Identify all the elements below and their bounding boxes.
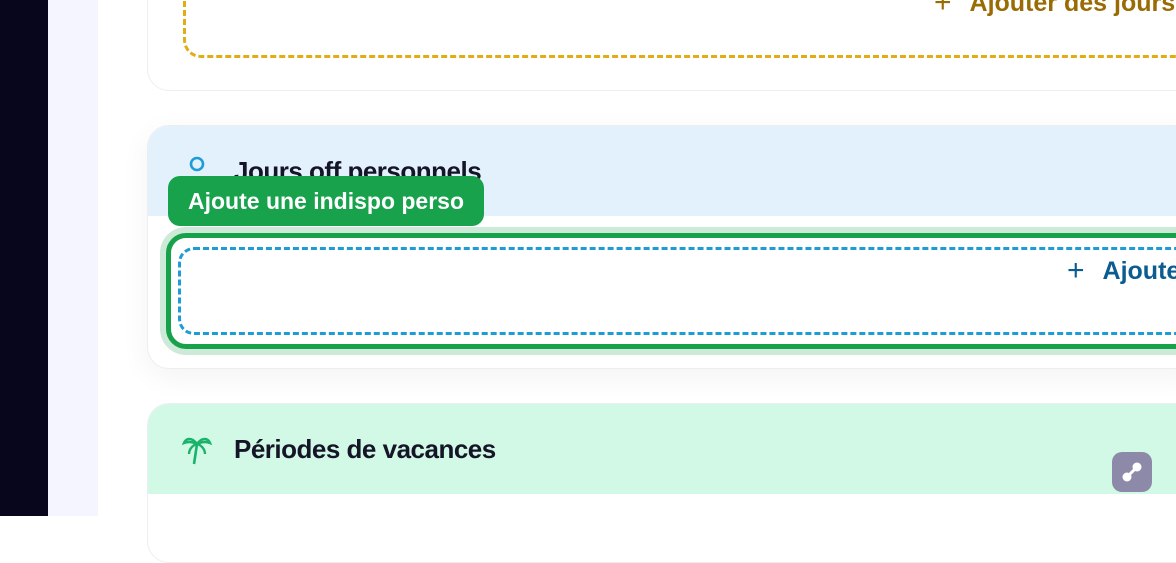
plus-icon: + — [934, 0, 952, 19]
add-personal-day-button[interactable]: + Ajouter — [1067, 256, 1176, 286]
vacation-periods-title: Périodes de vacances — [234, 434, 496, 464]
app-sidebar-light — [48, 0, 98, 516]
floating-link-button[interactable] — [1112, 452, 1152, 492]
app-sidebar-dark — [0, 0, 48, 516]
palm-tree-icon — [182, 437, 212, 465]
vacation-periods-header: Périodes de vacances — [148, 404, 1176, 494]
add-personal-day-label: Ajouter — [1102, 256, 1176, 285]
link-icon — [1122, 462, 1142, 482]
plus-icon: + — [1067, 254, 1085, 287]
vacation-periods-card: Périodes de vacances — [147, 403, 1176, 563]
holidays-card: + Ajouter des jours — [147, 0, 1176, 91]
add-personal-day-highlight[interactable]: + Ajouter — [166, 233, 1176, 349]
add-days-button[interactable]: + Ajouter des jours — [934, 0, 1175, 18]
add-personal-day-dropzone[interactable] — [178, 247, 1176, 335]
onboarding-tooltip: Ajoute une indispo perso — [168, 176, 485, 226]
add-days-label: Ajouter des jours — [969, 0, 1176, 17]
